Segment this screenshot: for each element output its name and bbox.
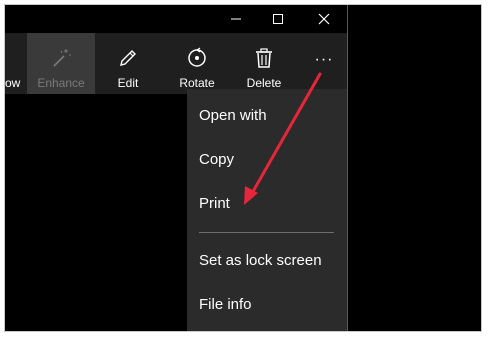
- close-button[interactable]: [301, 5, 347, 33]
- enhance-button[interactable]: Enhance: [27, 33, 95, 94]
- delete-label: Delete: [246, 76, 282, 90]
- toolbar: ow Enhance Edit Rotate Delete ···: [5, 33, 347, 94]
- rotate-button[interactable]: Rotate: [166, 33, 228, 94]
- trash-icon: [253, 46, 275, 70]
- minimize-button[interactable]: [213, 5, 259, 33]
- menu-item-label: Print: [199, 194, 230, 212]
- menu-item-label: File info: [199, 295, 252, 313]
- more-options-button[interactable]: ···: [301, 33, 347, 94]
- maximize-button[interactable]: [255, 5, 301, 33]
- edit-label: Edit: [117, 76, 139, 90]
- title-bar: [5, 5, 347, 33]
- toolbar-partial-label: ow: [5, 76, 21, 90]
- menu-item-label: Set as lock screen: [199, 251, 322, 269]
- menu-item-print[interactable]: Print: [187, 181, 347, 225]
- menu-item-set-as-lock-screen[interactable]: Set as lock screen: [187, 238, 347, 282]
- menu-item-file-info[interactable]: File info: [187, 282, 347, 326]
- menu-item-label: Open with: [199, 106, 267, 124]
- edit-button[interactable]: Edit: [95, 33, 161, 94]
- pencil-icon: [117, 46, 139, 70]
- magic-wand-icon: [50, 46, 72, 70]
- close-icon: [318, 13, 330, 25]
- menu-item-label: Copy: [199, 150, 235, 168]
- delete-button[interactable]: Delete: [235, 33, 293, 94]
- menu-item-open-with[interactable]: Open with: [187, 93, 347, 137]
- rotate-icon: [186, 46, 208, 70]
- toolbar-item-partial[interactable]: ow: [5, 33, 27, 94]
- menu-divider: [199, 232, 334, 233]
- maximize-icon: [273, 14, 283, 24]
- enhance-label: Enhance: [37, 76, 85, 90]
- more-dots-icon: ···: [314, 51, 334, 68]
- menu-item-copy[interactable]: Copy: [187, 137, 347, 181]
- rotate-label: Rotate: [179, 76, 215, 90]
- more-options-menu: Open with Copy Print Set as lock screen …: [187, 89, 347, 331]
- minimize-icon: [231, 18, 241, 20]
